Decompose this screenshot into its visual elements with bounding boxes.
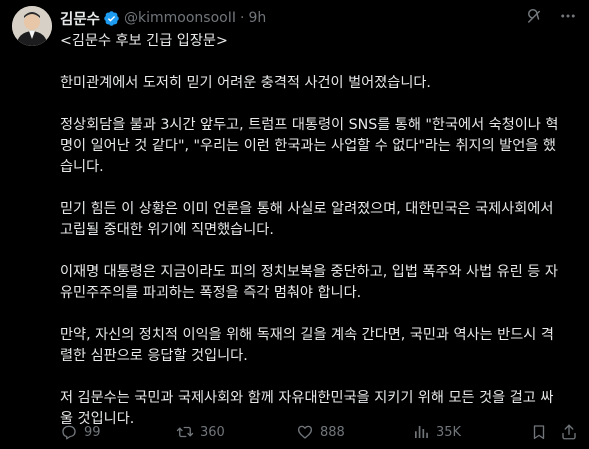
post-time[interactable]: 9h <box>248 10 266 26</box>
post-line <box>60 94 580 115</box>
bookmark-button[interactable] <box>530 423 548 441</box>
post-line <box>60 241 580 262</box>
views-count: 35K <box>436 424 462 440</box>
post-line: 이재명 대통령은 지금이라도 피의 정치보복을 중단하고, 입법 폭주와 사법 … <box>60 264 558 280</box>
views-button[interactable]: 35K <box>412 423 461 441</box>
post-line <box>60 367 580 388</box>
post-line: 고립될 중대한 위기에 직면했습니다. <box>60 222 274 238</box>
like-button[interactable]: 888 <box>296 423 345 441</box>
post-line: 유민주주의를 파괴하는 폭정을 즉각 멈춰야 합니다. <box>60 285 362 301</box>
repost-count: 360 <box>200 424 225 440</box>
post-line: 명이 일어난 것 같다", "우리는 이런 한국과는 사업할 수 없다"라는 취… <box>60 138 556 154</box>
author-handle[interactable]: @kimmoonsooII <box>124 10 236 26</box>
post-line: 습니다. <box>60 159 104 175</box>
reply-icon <box>60 423 78 441</box>
post-actions: 99 360 888 35K <box>60 421 580 443</box>
post-line <box>60 304 580 325</box>
more-icon[interactable] <box>559 7 577 25</box>
post-line <box>60 52 580 73</box>
post-line: 렬한 심판으로 응답할 것입니다. <box>60 348 248 364</box>
verified-badge-icon <box>103 10 120 27</box>
post-line: <김문수 후보 긴급 입장문> <box>60 33 228 49</box>
post-line: 한미관계에서 도저히 믿기 어려운 충격적 사건이 벌어졌습니다. <box>60 75 431 91</box>
avatar[interactable] <box>12 6 52 46</box>
post-line: 믿기 힘든 이 상황은 이미 언론을 통해 사실로 알려졌으며, 대한민국은 국… <box>60 201 554 217</box>
share-icon <box>560 423 578 441</box>
heart-icon <box>296 423 314 441</box>
repost-icon <box>176 423 194 441</box>
share-button[interactable] <box>560 423 578 441</box>
post-text: <김문수 후보 긴급 입장문> 한미관계에서 도저히 믿기 어려운 충격적 사건… <box>60 31 580 430</box>
post-line: 정상회담을 불과 3시간 앞두고, 트럼프 대통령이 SNS를 통해 "한국에서… <box>60 117 559 133</box>
author-name[interactable]: 김문수 <box>60 8 100 29</box>
reply-button[interactable]: 99 <box>60 423 101 441</box>
repost-button[interactable]: 360 <box>176 423 225 441</box>
post-line: 만약, 자신의 정치적 이익을 위해 독재의 길을 계속 간다면, 국민과 역사… <box>60 327 554 343</box>
views-icon <box>412 423 430 441</box>
like-count: 888 <box>320 424 345 440</box>
reply-count: 99 <box>84 424 101 440</box>
post-line <box>60 178 580 199</box>
separator-dot: · <box>240 10 245 26</box>
bookmark-icon <box>530 423 548 441</box>
grok-icon[interactable] <box>525 7 543 25</box>
post-line: 저 김문수는 국민과 국제사회와 함께 자유대한민국을 지키기 위해 모든 것을… <box>60 390 554 406</box>
post-header: 김문수 @kimmoonsooII · 9h <box>60 7 577 29</box>
